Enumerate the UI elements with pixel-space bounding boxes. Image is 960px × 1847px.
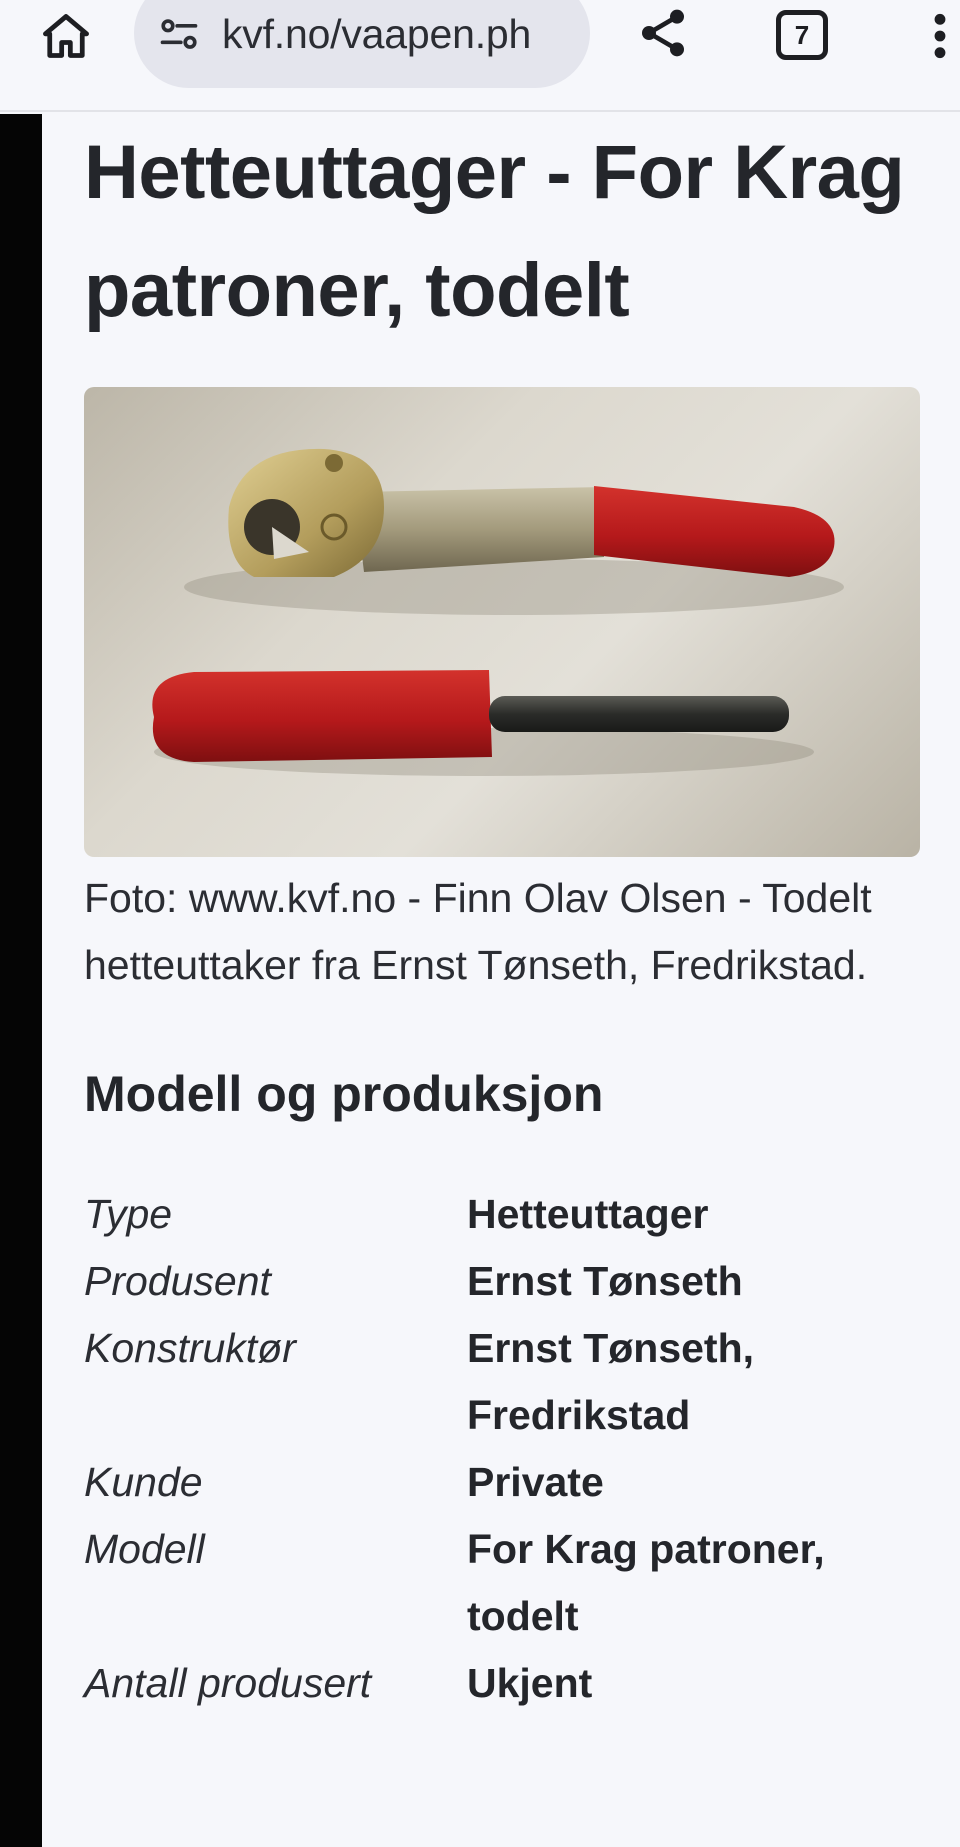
spec-row: Konstruktør Ernst Tønseth, Fredrikstad [84, 1315, 920, 1449]
left-edge-strip [0, 114, 42, 1847]
spec-row: Kunde Private [84, 1449, 920, 1516]
photo-caption: Foto: www.kvf.no - Finn Olav Olsen - Tod… [84, 875, 872, 988]
url-text[interactable]: kvf.no/vaapen.ph [222, 11, 572, 58]
site-settings-button[interactable] [156, 12, 202, 58]
spec-value: Ernst Tønseth [467, 1258, 743, 1304]
spec-value: Ukjent [467, 1660, 593, 1706]
more-menu-button[interactable] [920, 8, 960, 64]
spec-key: Modell [84, 1526, 205, 1572]
spec-key: Kunde [84, 1459, 203, 1505]
spec-value: For Krag patroner, todelt [467, 1526, 825, 1639]
spec-value: Private [467, 1459, 604, 1505]
home-button[interactable] [38, 8, 94, 64]
share-icon [642, 9, 684, 57]
spec-value: Ernst Tønseth, Fredrikstad [467, 1325, 755, 1438]
spec-row: Antall produsert Ukjent [84, 1650, 920, 1717]
more-vert-icon [934, 13, 946, 59]
spec-key: Antall produsert [84, 1660, 372, 1706]
address-bar[interactable]: kvf.no/vaapen.ph [134, 0, 590, 88]
cap-remover-illustration [152, 448, 844, 776]
spec-row: Type Hetteuttager [84, 1181, 920, 1248]
browser-toolbar: kvf.no/vaapen.ph 7 [0, 0, 960, 112]
home-icon [43, 14, 89, 58]
spec-row: Modell For Krag patroner, todelt [84, 1516, 920, 1650]
site-settings-icon [160, 19, 198, 49]
page-title: Hetteuttager - For Krag patroner, todelt [84, 130, 905, 333]
product-photo[interactable] [84, 387, 920, 857]
spec-value: Hetteuttager [467, 1191, 709, 1237]
tab-count: 7 [794, 19, 810, 50]
spec-key: Konstruktør [84, 1325, 296, 1371]
spec-table: Type Hetteuttager Produsent Ernst Tønset… [84, 1181, 920, 1717]
article-content: Hetteuttager - For Krag patroner, todelt [84, 114, 920, 1717]
spec-key: Type [84, 1191, 173, 1237]
spec-row: Produsent Ernst Tønseth [84, 1248, 920, 1315]
spec-key: Produsent [84, 1258, 271, 1304]
share-button[interactable] [634, 4, 692, 62]
tab-switcher-button[interactable]: 7 [776, 10, 828, 60]
section-heading: Modell og produksjon [84, 1066, 604, 1122]
